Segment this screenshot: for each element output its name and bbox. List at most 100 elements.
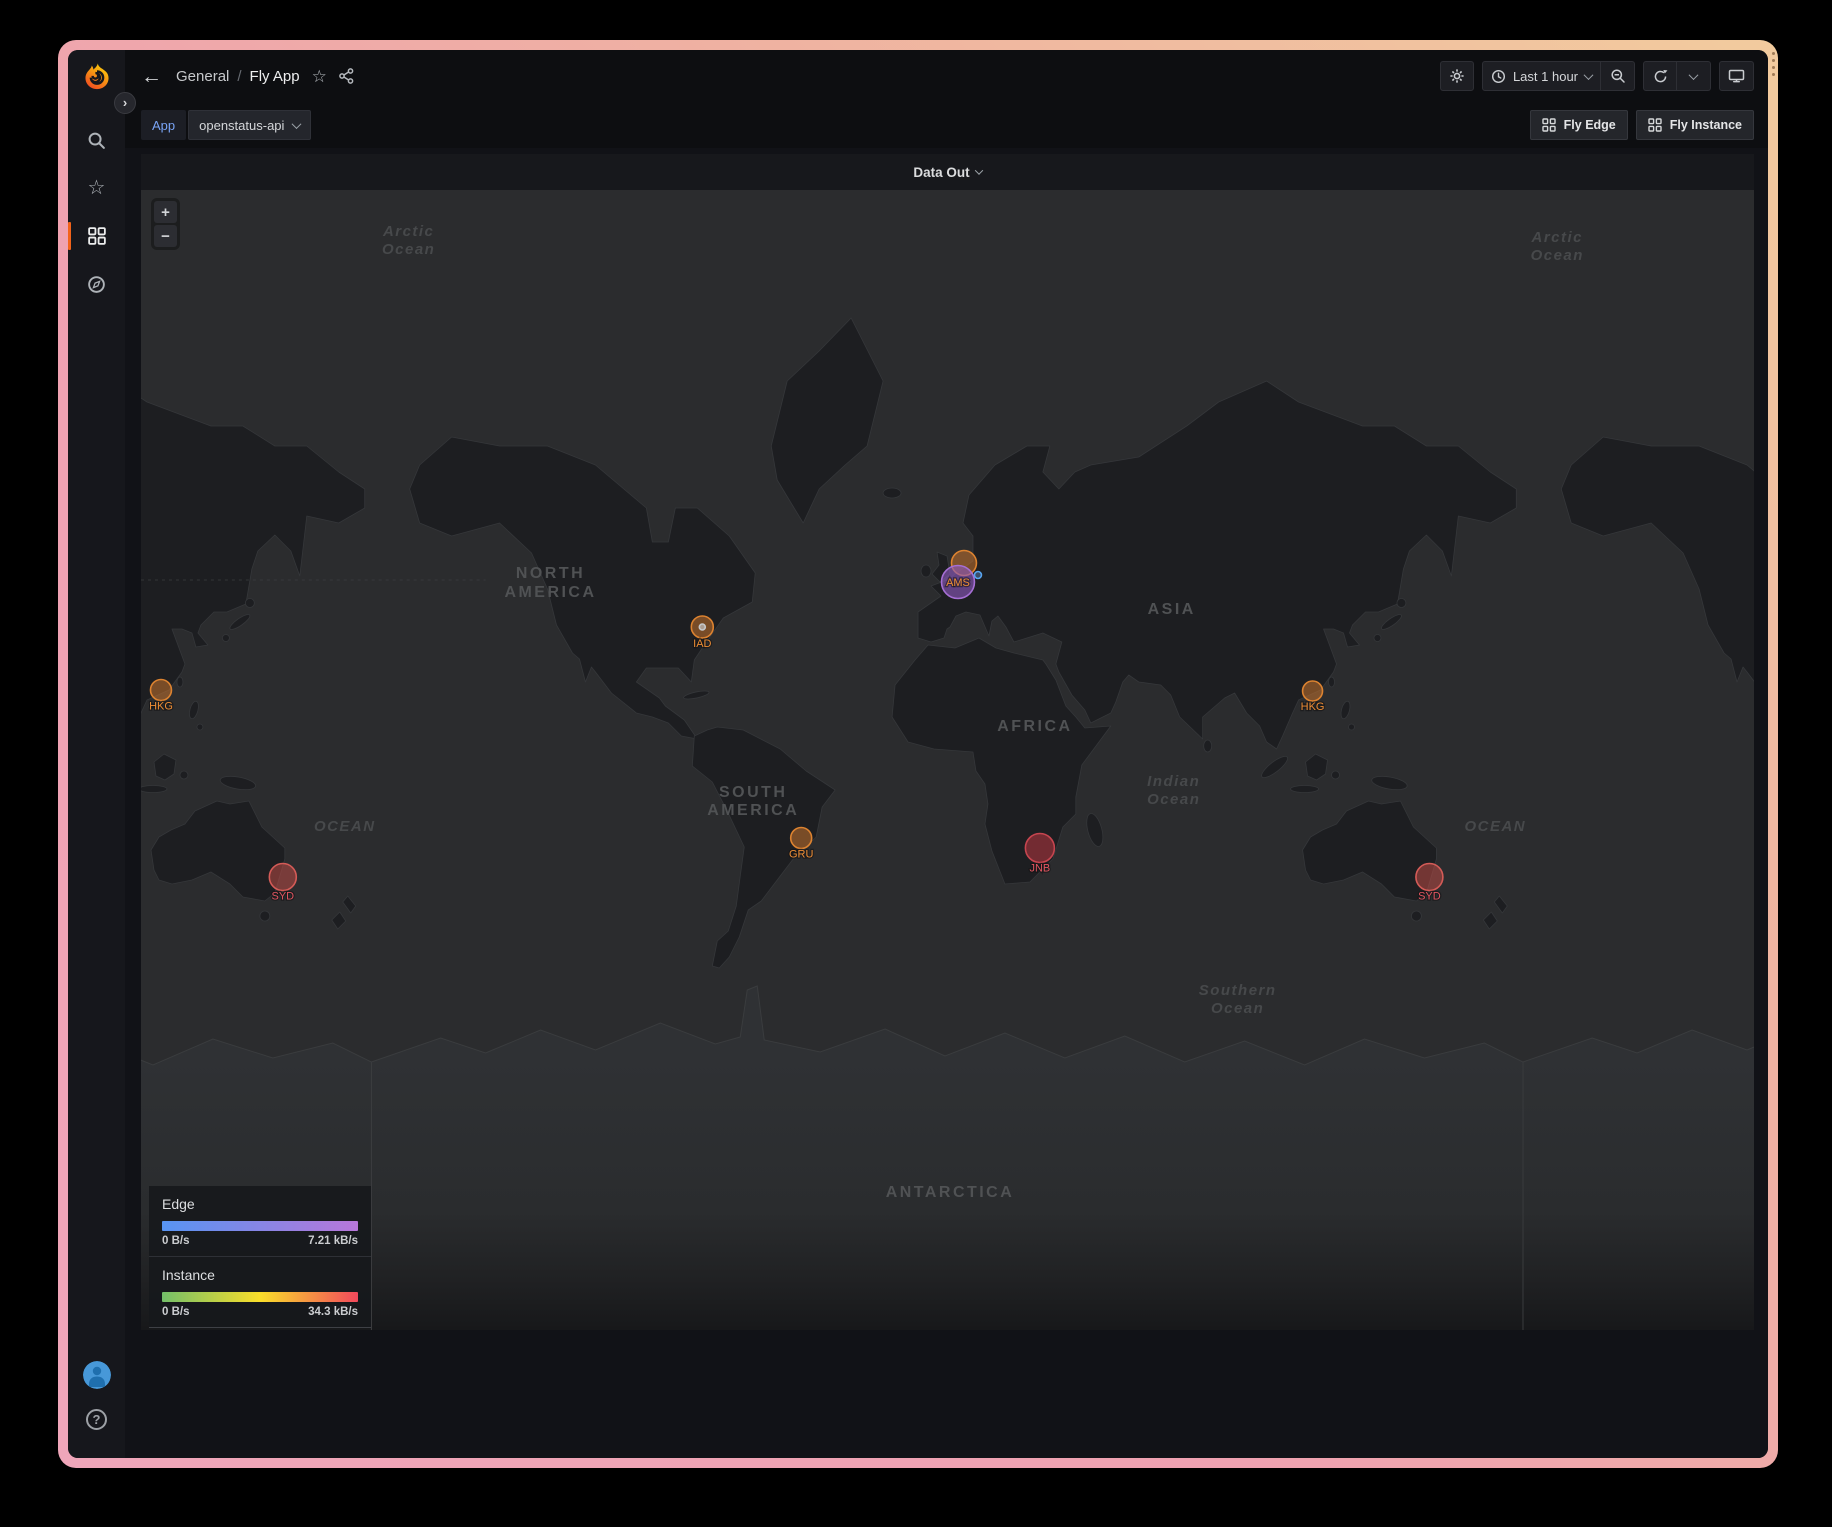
sidebar-expand-button[interactable]: › (114, 92, 136, 114)
help-glyph: ? (93, 1412, 101, 1427)
star-icon: ☆ (88, 178, 106, 198)
dashboard-settings-button[interactable] (1440, 61, 1474, 91)
refresh-interval-dropdown[interactable] (1677, 61, 1711, 91)
legend-instance-max: 34.3 kB/s (308, 1306, 358, 1318)
chevron-right-icon: › (123, 95, 127, 110)
sidebar-item-explore[interactable] (68, 260, 125, 308)
time-range-picker[interactable]: Last 1 hour (1482, 61, 1601, 91)
map-geo-label: AFRICA (997, 718, 1072, 735)
chevron-down-icon (292, 119, 302, 129)
sidebar-item-dashboards[interactable] (68, 212, 125, 260)
grafana-logo-icon[interactable] (82, 62, 112, 92)
refresh-button[interactable] (1643, 61, 1677, 91)
share-icon[interactable] (339, 68, 354, 84)
map-marker[interactable] (699, 624, 705, 630)
dashboards-grid-icon (88, 227, 106, 245)
breadcrumb-section[interactable]: General (176, 68, 229, 85)
map-marker-label: AMS (946, 577, 970, 589)
breadcrumb-separator: / (237, 68, 241, 85)
geomap-panel: Data Out (141, 154, 1754, 1330)
map-geo-label: Arctic (1531, 229, 1583, 246)
map-zoom-controls: + − (151, 198, 180, 250)
map-marker-hkg[interactable] (150, 680, 171, 701)
map-geo-label: Ocean (382, 241, 435, 258)
map-zoom-out-button[interactable]: − (154, 225, 177, 247)
dashboard-canvas: Data Out (125, 148, 1768, 1458)
frame-grip-dots (1772, 52, 1775, 76)
map-marker-label: SYD (272, 890, 295, 902)
zoom-out-time-button[interactable] (1601, 61, 1635, 91)
map-geo-label: OCEAN (1465, 818, 1527, 835)
legend-edge-max: 7.21 kB/s (308, 1235, 358, 1247)
breadcrumb-title: Fly App (250, 68, 300, 85)
refresh-icon (1653, 69, 1668, 84)
map-marker-jnb[interactable] (1025, 834, 1054, 863)
sidebar: ☆ (68, 50, 125, 1458)
map-geo-label: Arctic (382, 223, 434, 240)
time-range-label: Last 1 hour (1513, 69, 1578, 84)
legend-edge-min: 0 B/s (162, 1235, 190, 1247)
link-fly-edge[interactable]: Fly Edge (1530, 110, 1628, 140)
monitor-icon (1728, 68, 1745, 84)
window-frame: ☆ (58, 40, 1778, 1468)
dashboard-toolbar: App openstatus-api (125, 102, 1768, 148)
user-avatar[interactable] (83, 1361, 111, 1389)
nav-actions: Last 1 hour (1440, 61, 1754, 91)
sidebar-item-search[interactable] (68, 116, 125, 164)
dashboard-links: Fly Edge Fly Instance (1530, 110, 1754, 140)
chevron-down-icon (1689, 70, 1699, 80)
map-geo-label: AMERICA (707, 802, 799, 819)
search-icon (87, 131, 106, 150)
map-marker-label: GRU (789, 848, 813, 860)
back-arrow-button[interactable]: ← (141, 66, 162, 87)
map-geo-label: Southern (1199, 982, 1277, 999)
map-geo-label: AMERICA (504, 584, 596, 601)
tv-mode-button[interactable] (1719, 61, 1754, 91)
map-marker-label: JNB (1030, 862, 1051, 874)
sidebar-footer: ? (83, 1361, 111, 1458)
map-geo-label: SOUTH (719, 784, 787, 801)
favorite-star-icon[interactable]: ☆ (312, 68, 327, 85)
variable-app-value-dropdown[interactable]: openstatus-api (188, 110, 311, 140)
map-geo-label: Indian (1147, 773, 1200, 790)
map-geo-label: ANTARCTICA (886, 1184, 1014, 1201)
apps-grid-icon (1542, 118, 1556, 132)
link-fly-edge-label: Fly Edge (1564, 118, 1616, 132)
chevron-down-icon (974, 166, 982, 174)
variable-app-value: openstatus-api (199, 118, 284, 133)
legend-section-instance: Instance 0 B/s 34.3 kB/s (149, 1256, 371, 1327)
time-picker-group: Last 1 hour (1482, 61, 1635, 91)
panel-title: Data Out (913, 165, 969, 180)
map-marker-syd[interactable] (269, 864, 296, 891)
compass-icon (87, 275, 106, 294)
map-marker[interactable] (974, 572, 981, 579)
map-marker-hkg[interactable] (1303, 681, 1323, 701)
main-area: ← General / Fly App ☆ (125, 50, 1768, 1458)
app-window: ☆ (68, 50, 1768, 1458)
link-fly-instance[interactable]: Fly Instance (1636, 110, 1754, 140)
legend-instance-gradient-bar (162, 1292, 358, 1302)
sidebar-nav: ☆ (68, 116, 125, 308)
legend-edge-title: Edge (162, 1196, 358, 1212)
apps-grid-icon (1648, 118, 1662, 132)
map-marker-gru[interactable] (791, 828, 812, 849)
sidebar-item-starred[interactable]: ☆ (68, 164, 125, 212)
map-geo-label: Ocean (1531, 247, 1584, 264)
map-marker-syd[interactable] (1416, 864, 1443, 891)
zoom-out-icon (1610, 68, 1626, 84)
geomap[interactable]: ArcticOceanArcticOceanNORTHAMERICAASIAAF… (141, 190, 1754, 1330)
map-geo-label: OCEAN (314, 818, 376, 835)
clock-icon (1491, 69, 1506, 84)
map-zoom-in-button[interactable]: + (154, 201, 177, 223)
help-icon[interactable]: ? (86, 1409, 107, 1430)
gear-icon (1449, 68, 1465, 84)
map-marker-label: HKG (149, 700, 173, 712)
top-nav: ← General / Fly App ☆ (125, 50, 1768, 102)
panel-header[interactable]: Data Out (141, 154, 1754, 190)
map-legend: Edge 0 B/s 7.21 kB/s Instance (149, 1186, 371, 1328)
map-marker-label: SYD (1418, 890, 1441, 902)
world-map-svg: ArcticOceanArcticOceanNORTHAMERICAASIAAF… (141, 190, 1754, 1330)
chevron-down-icon (1584, 70, 1594, 80)
map-geo-label: Ocean (1147, 791, 1200, 808)
legend-section-edge: Edge 0 B/s 7.21 kB/s (149, 1186, 371, 1256)
